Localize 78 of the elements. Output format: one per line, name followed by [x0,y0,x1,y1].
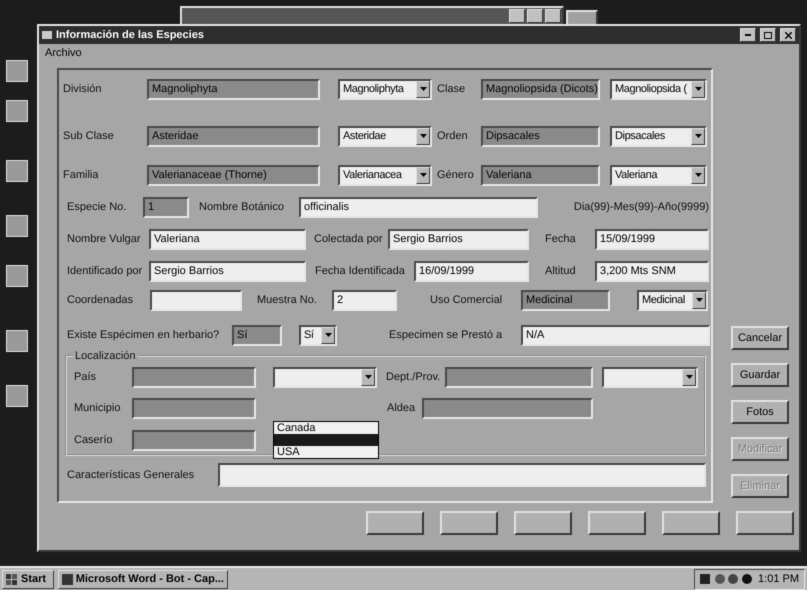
field-label: Municipio [74,402,120,414]
tray-icons-drawing [700,573,754,585]
caret-icon [420,87,426,91]
caret-icon [324,333,332,337]
field-label: Altitud [545,265,576,277]
close-button[interactable] [780,28,796,42]
caret-icon [696,298,702,302]
text-field[interactable] [218,463,706,487]
minimize-icon [745,34,751,36]
dropdown[interactable]: Valeriana [610,164,707,186]
caret-icon [420,134,426,138]
field-label: División [63,83,102,95]
action-button[interactable]: Guardar [731,363,789,387]
text-field[interactable]: Sergio Barrios [388,228,529,250]
clock: 1:01 PM [758,573,799,585]
field-label: Muestra No. [257,294,317,306]
text-field[interactable]: 2 [332,290,397,310]
group-title: Localización [74,350,137,362]
date-format-hint: Dia(99)-Mes(99)-Año(9999) [572,201,709,213]
field-label: Orden [437,130,468,142]
caret-icon [364,375,372,379]
field-label: Especimen se Prestó a [389,329,502,341]
dropdown[interactable]: Valerianacea [338,164,432,186]
list-option[interactable]: Canada [274,422,378,434]
dropdown[interactable]: Asteridae [338,126,432,146]
field-label: Coordenadas [67,294,134,306]
action-button[interactable]: Fotos [731,400,789,424]
maximize-icon [764,32,772,38]
caret-icon [694,173,702,177]
caret-icon [686,375,692,379]
dropdown[interactable]: Magnoliopsida ( [610,78,707,100]
text-field[interactable]: Valeriana [149,228,306,250]
field-label: País [74,371,96,383]
window-icon [42,31,52,39]
list-option[interactable]: USA [274,446,378,458]
taskbar-button[interactable]: Microsoft Word - Bot - Cap... [58,570,228,588]
text-field[interactable]: officinalis [299,196,538,218]
window-title: Información de las Especies [56,29,205,41]
field-label: Existe Espécimen en herbario? [67,329,220,341]
field-label: Familia [63,169,98,181]
field-label: Uso Comercial [430,294,502,306]
dropdown[interactable]: Medicinal [637,290,708,310]
field-label: Colectada por [314,233,382,245]
field-label: Identificado por [67,265,142,277]
caret-icon [694,134,702,138]
field-label: Clase [437,83,466,95]
menu-item[interactable]: Archivo [45,47,82,59]
minimize-button[interactable] [740,28,756,42]
field-label: Fecha Identificada [315,265,405,277]
dropdown[interactable] [602,366,698,388]
text-field[interactable] [150,290,242,310]
text-field[interactable]: 15/09/1999 [595,228,709,250]
dropdown[interactable]: Sí [299,324,337,346]
caret-icon [420,173,426,177]
text-field[interactable]: 3,200 Mts SNM [595,260,709,282]
text-field[interactable]: 16/09/1999 [414,260,529,282]
field-label: Caserío [74,434,113,446]
field-label: Nombre Botánico [199,201,284,213]
text-field[interactable]: Sergio Barrios [149,260,306,282]
dropdown[interactable] [273,366,377,388]
maximize-button[interactable] [760,28,776,42]
field-label: Aldea [387,402,416,414]
close-icon [784,32,792,38]
field-label: Características Generales [67,469,194,481]
dropdown[interactable]: Magnoliphyta [338,78,432,100]
field-label: Nombre Vulgar [67,233,141,245]
document-icon [62,574,73,584]
field-label: Sub Clase [63,130,114,142]
field-label: Fecha [545,233,576,245]
text-field[interactable]: N/A [521,324,710,346]
start-button[interactable]: Start [2,570,54,588]
field-label: Especie No. [67,201,126,213]
field-label: Género [437,169,474,181]
dropdown[interactable]: Dipsacales [610,126,707,146]
action-button[interactable]: Cancelar [731,326,789,350]
field-label: Dept./Prov. [386,371,440,383]
caret-icon [694,87,702,91]
windows-logo-icon [6,574,18,584]
